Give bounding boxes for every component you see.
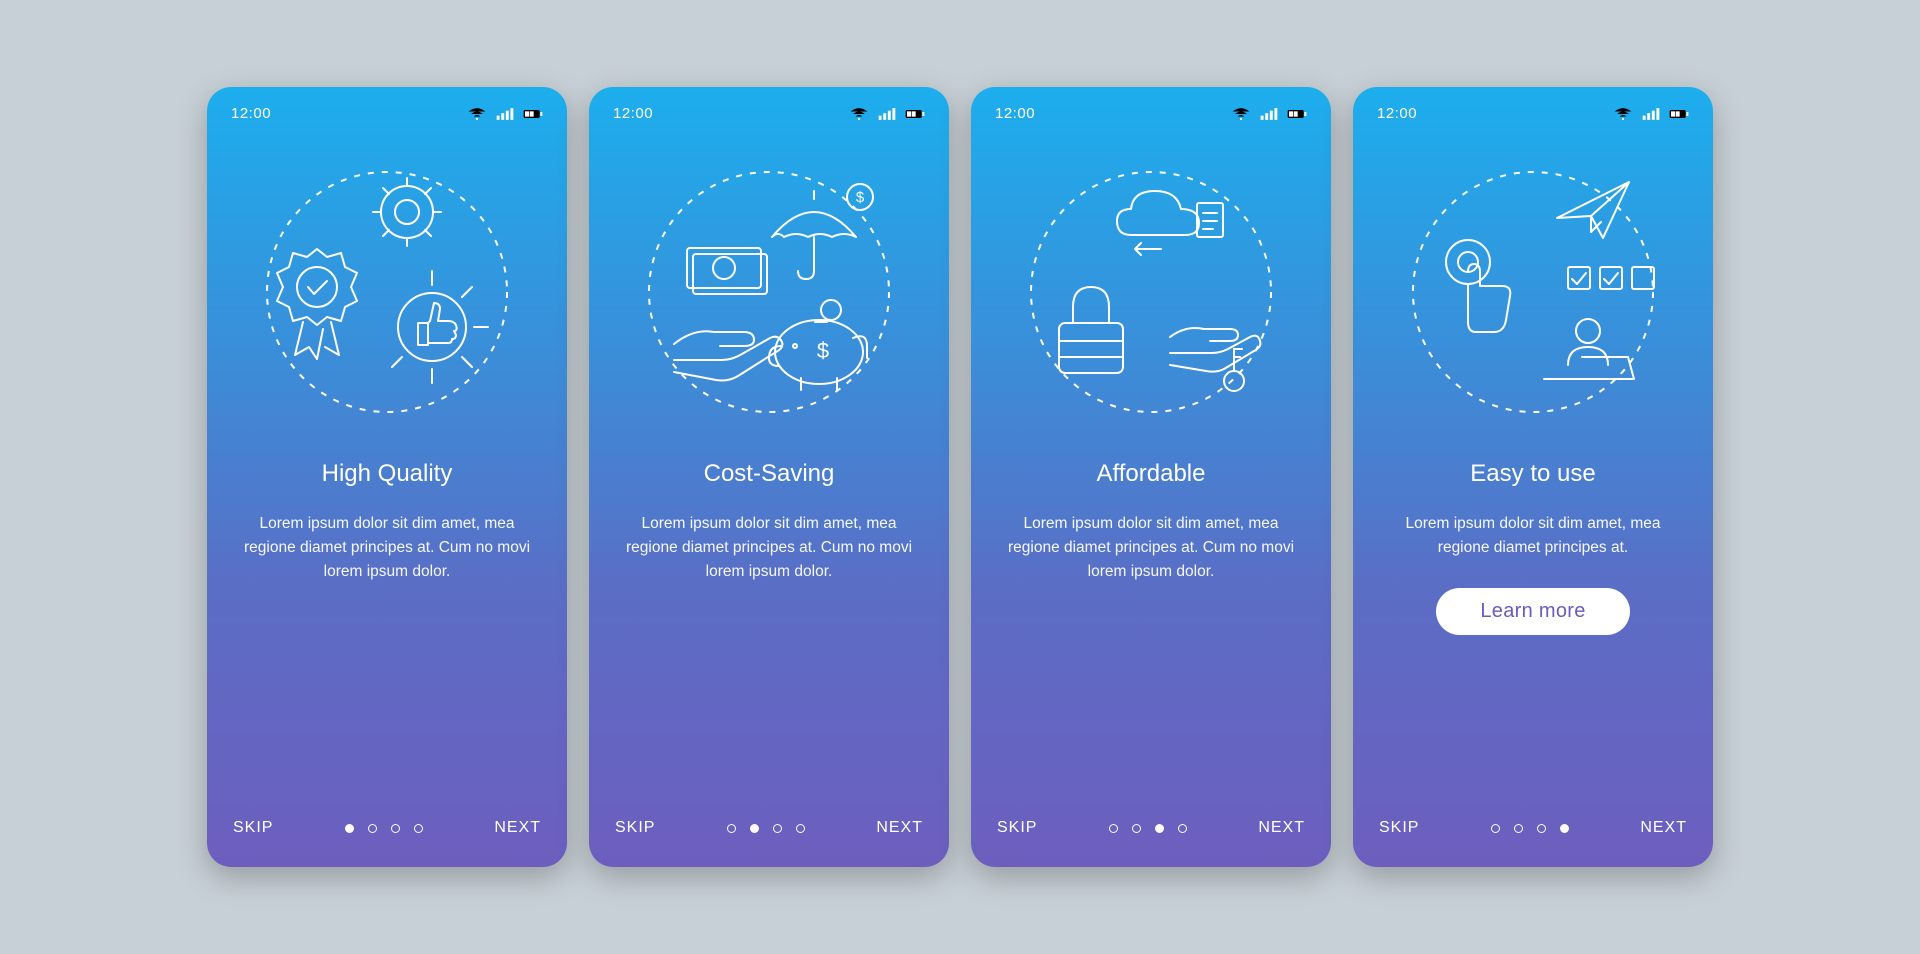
content: Easy to use Lorem ipsum dolor sit dim am… [1377, 442, 1689, 819]
illustration-easy-to-use [1377, 122, 1689, 442]
status-time: 12:00 [995, 105, 1035, 122]
illustration-cost-saving: $ $ [613, 122, 925, 442]
dot-2[interactable] [1514, 824, 1523, 833]
screen-affordable: 12:00 [971, 87, 1331, 867]
skip-button[interactable]: SKIP [615, 819, 655, 837]
status-time: 12:00 [1377, 105, 1417, 122]
screen-cost-saving: 12:00 $ [589, 87, 949, 867]
page-indicator [345, 824, 423, 833]
nav-bar: SKIP NEXT [613, 819, 925, 841]
wifi-icon [849, 107, 869, 121]
page-indicator [727, 824, 805, 833]
dot-4[interactable] [414, 824, 423, 833]
wifi-icon [467, 107, 487, 121]
dot-1[interactable] [1109, 824, 1118, 833]
wifi-icon [1231, 107, 1251, 121]
skip-button[interactable]: SKIP [233, 819, 273, 837]
page-indicator [1491, 824, 1569, 833]
dot-1[interactable] [1491, 824, 1500, 833]
content: Affordable Lorem ipsum dolor sit dim ame… [995, 442, 1307, 819]
screen-description: Lorem ipsum dolor sit dim amet, mea regi… [619, 512, 919, 584]
illustration-affordable [995, 122, 1307, 442]
screen-description: Lorem ipsum dolor sit dim amet, mea regi… [237, 512, 537, 584]
learn-more-button[interactable]: Learn more [1436, 588, 1629, 635]
next-button[interactable]: NEXT [1258, 819, 1305, 837]
dot-2[interactable] [1132, 824, 1141, 833]
nav-bar: SKIP NEXT [231, 819, 543, 841]
dot-3[interactable] [391, 824, 400, 833]
svg-text:$: $ [817, 338, 829, 363]
onboarding-screens: 12:00 [207, 87, 1713, 867]
dot-4[interactable] [1178, 824, 1187, 833]
wifi-icon [1613, 107, 1633, 121]
dot-4[interactable] [1560, 824, 1569, 833]
status-bar: 12:00 [231, 105, 543, 122]
signal-icon [1259, 107, 1279, 121]
content: High Quality Lorem ipsum dolor sit dim a… [231, 442, 543, 819]
screen-title: Cost-Saving [619, 460, 919, 488]
dot-2[interactable] [368, 824, 377, 833]
battery-icon [905, 107, 925, 121]
dot-3[interactable] [773, 824, 782, 833]
dot-1[interactable] [727, 824, 736, 833]
status-icons [849, 107, 925, 121]
status-bar: 12:00 [995, 105, 1307, 122]
dot-3[interactable] [1155, 824, 1164, 833]
dot-2[interactable] [750, 824, 759, 833]
screen-description: Lorem ipsum dolor sit dim amet, mea regi… [1001, 512, 1301, 584]
signal-icon [1641, 107, 1661, 121]
dot-3[interactable] [1537, 824, 1546, 833]
status-time: 12:00 [231, 105, 271, 122]
signal-icon [495, 107, 515, 121]
status-bar: 12:00 [613, 105, 925, 122]
status-icons [1231, 107, 1307, 121]
content: Cost-Saving Lorem ipsum dolor sit dim am… [613, 442, 925, 819]
screen-description: Lorem ipsum dolor sit dim amet, mea regi… [1383, 512, 1683, 560]
screen-high-quality: 12:00 [207, 87, 567, 867]
battery-icon [1669, 107, 1689, 121]
screen-title: Affordable [1001, 460, 1301, 488]
screen-title: High Quality [237, 460, 537, 488]
screen-easy-to-use: 12:00 [1353, 87, 1713, 867]
dot-4[interactable] [796, 824, 805, 833]
status-icons [1613, 107, 1689, 121]
nav-bar: SKIP NEXT [1377, 819, 1689, 841]
page-indicator [1109, 824, 1187, 833]
battery-icon [523, 107, 543, 121]
illustration-quality [231, 122, 543, 442]
status-bar: 12:00 [1377, 105, 1689, 122]
next-button[interactable]: NEXT [1640, 819, 1687, 837]
next-button[interactable]: NEXT [876, 819, 923, 837]
skip-button[interactable]: SKIP [1379, 819, 1419, 837]
next-button[interactable]: NEXT [494, 819, 541, 837]
skip-button[interactable]: SKIP [997, 819, 1037, 837]
battery-icon [1287, 107, 1307, 121]
dot-1[interactable] [345, 824, 354, 833]
screen-title: Easy to use [1383, 460, 1683, 488]
svg-text:$: $ [856, 189, 865, 206]
signal-icon [877, 107, 897, 121]
nav-bar: SKIP NEXT [995, 819, 1307, 841]
status-icons [467, 107, 543, 121]
status-time: 12:00 [613, 105, 653, 122]
